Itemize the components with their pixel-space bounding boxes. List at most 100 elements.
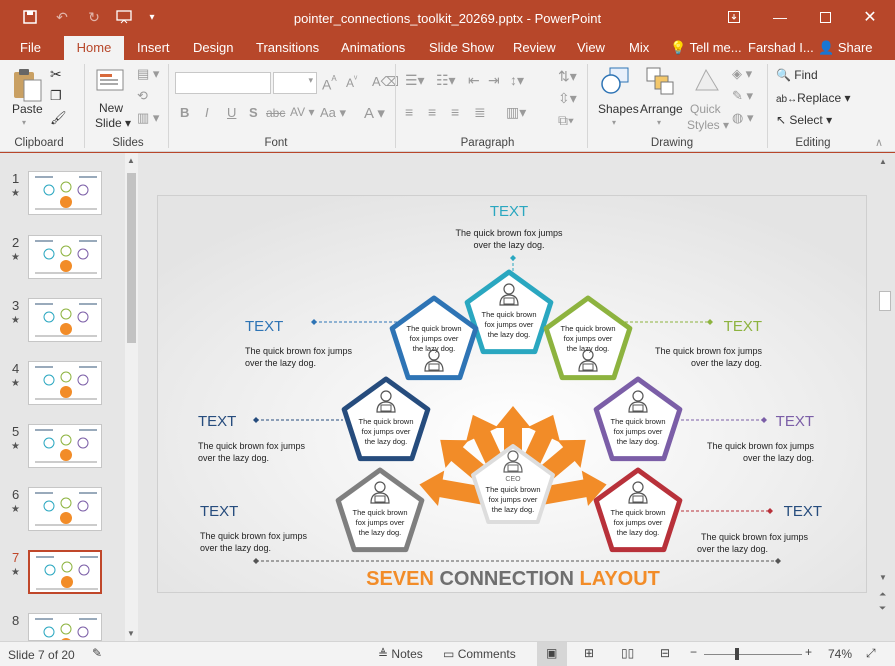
underline-button[interactable]: U (227, 105, 236, 120)
bullets-icon[interactable]: ☰▾ (405, 72, 425, 89)
notes-button[interactable]: ≜ Notes (378, 647, 423, 661)
quick-styles-icon[interactable] (692, 66, 722, 99)
close-icon[interactable]: ✕ (860, 7, 880, 27)
tab-design[interactable]: Design (193, 40, 233, 55)
node-text: the lazy dog. (413, 344, 456, 353)
line-spacing-icon[interactable]: ↕▾ (510, 72, 524, 89)
thumbnails-scrollbar[interactable]: ▲ ▼ (125, 153, 138, 641)
quick-styles-button[interactable]: Styles ▾ (687, 118, 729, 132)
smartart-icon[interactable]: ⧉▾ (558, 112, 574, 129)
text-direction-icon[interactable]: ⇅▾ (558, 68, 577, 85)
shrink-font-icon[interactable]: Aᵛ (346, 74, 357, 90)
layout-icon[interactable]: ▤ ▾ (137, 66, 159, 82)
justify-icon[interactable]: ≣ (474, 104, 486, 121)
arrange-button[interactable]: Arrange (640, 102, 683, 116)
tab-home[interactable]: Home (64, 36, 124, 61)
change-case-button[interactable]: Aa ▾ (320, 105, 346, 121)
bold-button[interactable]: B (180, 105, 189, 120)
new-slide-button[interactable]: Slide ▾ (95, 116, 131, 130)
slide-thumbnail[interactable] (28, 424, 102, 468)
find-button[interactable]: 🔍 Find (776, 68, 818, 82)
copy-icon[interactable]: ❐ (50, 88, 62, 104)
section-icon[interactable]: ▥ ▾ (137, 110, 159, 126)
spellcheck-icon[interactable]: ✎ (92, 646, 102, 660)
decrease-indent-icon[interactable]: ⇤ (468, 72, 480, 89)
format-painter-icon[interactable]: 🖌 (50, 110, 67, 126)
zoom-level[interactable]: 74% (828, 647, 852, 661)
fit-slide-icon[interactable]: ⤢ (866, 646, 876, 661)
tab-slideshow[interactable]: Slide Show (429, 40, 494, 55)
font-color-button[interactable]: A ▾ (364, 104, 385, 122)
tab-mix[interactable]: Mix (629, 40, 649, 55)
quick-styles-label[interactable]: Quick (690, 102, 721, 116)
grow-font-icon[interactable]: Aᴬ (322, 74, 337, 93)
slide-thumbnail[interactable] (28, 487, 102, 531)
shape-effects-icon[interactable]: ◍ ▾ (732, 110, 753, 126)
share-button[interactable]: 👤 Share (818, 40, 873, 56)
shadow-button[interactable]: S (249, 105, 258, 120)
slide-thumbnail[interactable] (28, 235, 102, 279)
tab-file[interactable]: File (20, 40, 41, 55)
zoom-slider[interactable] (704, 654, 802, 655)
tab-insert[interactable]: Insert (137, 40, 170, 55)
slideshow-view-icon[interactable]: ⊟ (660, 646, 670, 660)
tell-me-search[interactable]: 💡 Tell me... (670, 40, 742, 56)
tab-view[interactable]: View (577, 40, 605, 55)
minimize-icon[interactable]: — (770, 7, 790, 27)
slide-thumbnail[interactable] (28, 171, 102, 215)
tab-review[interactable]: Review (513, 40, 556, 55)
shapes-icon[interactable] (600, 66, 632, 99)
editor-scrollbar[interactable]: ▲ ▼ ⏶ ⏷ (877, 153, 893, 641)
slide-thumbnail[interactable] (28, 361, 102, 405)
zoom-slider-thumb[interactable] (735, 648, 739, 660)
paste-icon[interactable] (10, 66, 44, 104)
tab-transitions[interactable]: Transitions (256, 40, 319, 55)
tab-animations[interactable]: Animations (341, 40, 405, 55)
new-slide-label[interactable]: New (99, 101, 123, 115)
slide-thumbnail[interactable] (28, 613, 102, 641)
align-right-icon[interactable]: ≡ (451, 104, 459, 120)
char-spacing-button[interactable]: AV ▾ (290, 105, 314, 119)
align-left-icon[interactable]: ≡ (405, 104, 413, 120)
paste-button[interactable]: Paste (12, 102, 43, 116)
reset-icon[interactable]: ⟲ (137, 88, 148, 104)
node-text: The quick brown (406, 324, 461, 333)
maximize-icon[interactable] (815, 7, 835, 27)
zoom-in-button[interactable]: + (805, 645, 812, 659)
increase-indent-icon[interactable]: ⇥ (488, 72, 500, 89)
shapes-button[interactable]: Shapes (598, 102, 639, 116)
slide-sorter-icon[interactable]: ⊞ (584, 646, 594, 660)
next-slide-icon[interactable]: ⏷ (879, 603, 886, 614)
font-family-input[interactable] (175, 72, 271, 94)
shapes-dropdown-icon[interactable]: ▾ (612, 118, 616, 127)
slide-thumbnail[interactable] (28, 298, 102, 342)
slide-thumbnails-pane: 1 ★ 2 ★ 3 ★ 4 ★ 5 ★ 6 ★ 7 ★ 8 (0, 153, 140, 641)
columns-icon[interactable]: ▥▾ (506, 104, 526, 121)
arrange-icon[interactable] (645, 66, 675, 99)
cut-icon[interactable]: ✂ (50, 66, 62, 83)
font-size-input[interactable]: ▾ (273, 72, 317, 94)
prev-slide-icon[interactable]: ⏶ (879, 589, 886, 600)
align-center-icon[interactable]: ≡ (428, 104, 436, 120)
numbering-icon[interactable]: ☷▾ (436, 72, 456, 89)
arrange-dropdown-icon[interactable]: ▾ (657, 118, 661, 127)
replace-button[interactable]: ab↔Replace ▾ (776, 91, 851, 105)
shape-outline-icon[interactable]: ✎ ▾ (732, 88, 753, 104)
new-slide-icon[interactable] (96, 66, 126, 99)
comments-button[interactable]: ▭ Comments (443, 647, 516, 661)
reading-view-icon[interactable]: ▯▯ (621, 646, 634, 660)
user-account[interactable]: Farshad I... (748, 40, 814, 55)
align-text-icon[interactable]: ⇳▾ (558, 90, 577, 107)
normal-view-button[interactable]: ▣ (537, 642, 567, 666)
paste-dropdown-icon[interactable]: ▾ (22, 118, 26, 127)
ribbon-display-icon[interactable] (724, 7, 744, 27)
slide-canvas[interactable]: The quick brown fox jumps over the lazy do… (157, 195, 867, 593)
zoom-out-button[interactable]: − (690, 645, 697, 659)
slide-thumbnail[interactable] (28, 550, 102, 594)
select-button[interactable]: ↖ Select ▾ (776, 113, 832, 127)
node-text: The quick brown (358, 417, 413, 426)
strikethrough-button[interactable]: abc (266, 106, 285, 120)
shape-fill-icon[interactable]: ◈ ▾ (732, 66, 752, 82)
italic-button[interactable]: I (205, 105, 209, 120)
collapse-ribbon-icon[interactable]: ∧ (875, 136, 883, 149)
